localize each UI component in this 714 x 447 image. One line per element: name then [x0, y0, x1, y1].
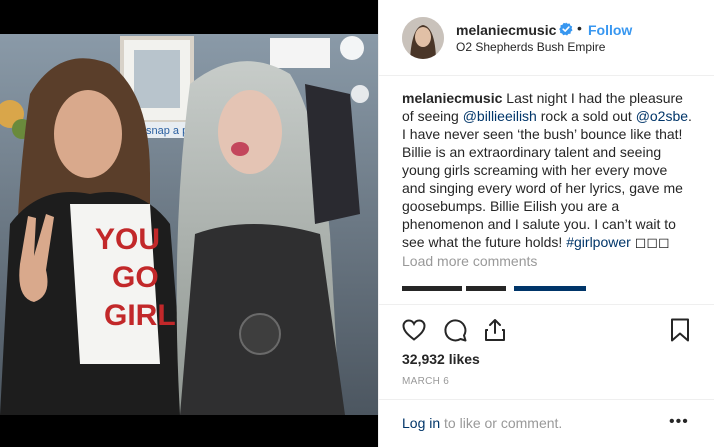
bookmark-icon[interactable] — [667, 317, 693, 343]
caption-text-3: . I have never seen ‘the bush’ bounce li… — [402, 108, 692, 250]
caption-mention-o2sbe[interactable]: @o2sbe — [636, 108, 688, 124]
post-header: melaniecmusic • Follow O2 Shepherds Bush… — [379, 0, 714, 76]
shirt-text-line2: GO — [112, 261, 159, 294]
post-location[interactable]: O2 Shepherds Bush Empire — [456, 40, 605, 54]
caption-mention-billieeilish[interactable]: @billieeilish — [463, 108, 537, 124]
caption-emoji: ◻◻◻ — [630, 234, 670, 250]
follow-button[interactable]: Follow — [588, 22, 632, 38]
caption-text-2: rock a sold out — [536, 108, 636, 124]
login-link[interactable]: Log in — [402, 415, 440, 431]
verified-badge-icon — [559, 22, 573, 36]
comment-login-bar: Log in to like or comment. ••• — [379, 399, 714, 447]
caption-hashtag-girlpower[interactable]: #girlpower — [566, 234, 631, 250]
heart-icon[interactable] — [401, 317, 427, 343]
partial-comment-placeholder — [402, 286, 586, 291]
caption-username[interactable]: melaniecmusic — [402, 90, 502, 106]
login-prompt-text: to like or comment. — [440, 415, 563, 431]
post-date[interactable]: MARCH 6 — [402, 376, 449, 387]
post-actions-area: 32,932 likes MARCH 6 — [379, 304, 714, 404]
avatar-image — [402, 17, 444, 59]
post-photo-pane: snap a pic YOU GO GIRL — [0, 0, 378, 447]
share-icon[interactable] — [482, 317, 508, 343]
post-side-panel: melaniecmusic • Follow O2 Shepherds Bush… — [378, 0, 714, 447]
partial-comment-row — [402, 277, 694, 291]
more-options-icon[interactable]: ••• — [669, 413, 691, 430]
post-photo[interactable]: snap a pic YOU GO GIRL — [0, 34, 378, 415]
load-more-comments-button[interactable]: Load more comments — [402, 252, 694, 270]
shirt-text-line1: YOU — [95, 223, 160, 256]
separator-dot: • — [577, 20, 582, 36]
comment-icon[interactable] — [442, 317, 468, 343]
photo-illustration: snap a pic YOU GO GIRL — [0, 34, 378, 415]
avatar[interactable] — [402, 17, 444, 59]
post-username[interactable]: melaniecmusic — [456, 22, 556, 38]
comments-section: melaniecmusic Last night I had the pleas… — [402, 89, 694, 304]
shirt-text-line3: GIRL — [104, 299, 176, 332]
likes-count[interactable]: 32,932 likes — [402, 351, 480, 367]
post-caption: melaniecmusic Last night I had the pleas… — [402, 89, 694, 251]
login-prompt: Log in to like or comment. — [402, 415, 562, 431]
